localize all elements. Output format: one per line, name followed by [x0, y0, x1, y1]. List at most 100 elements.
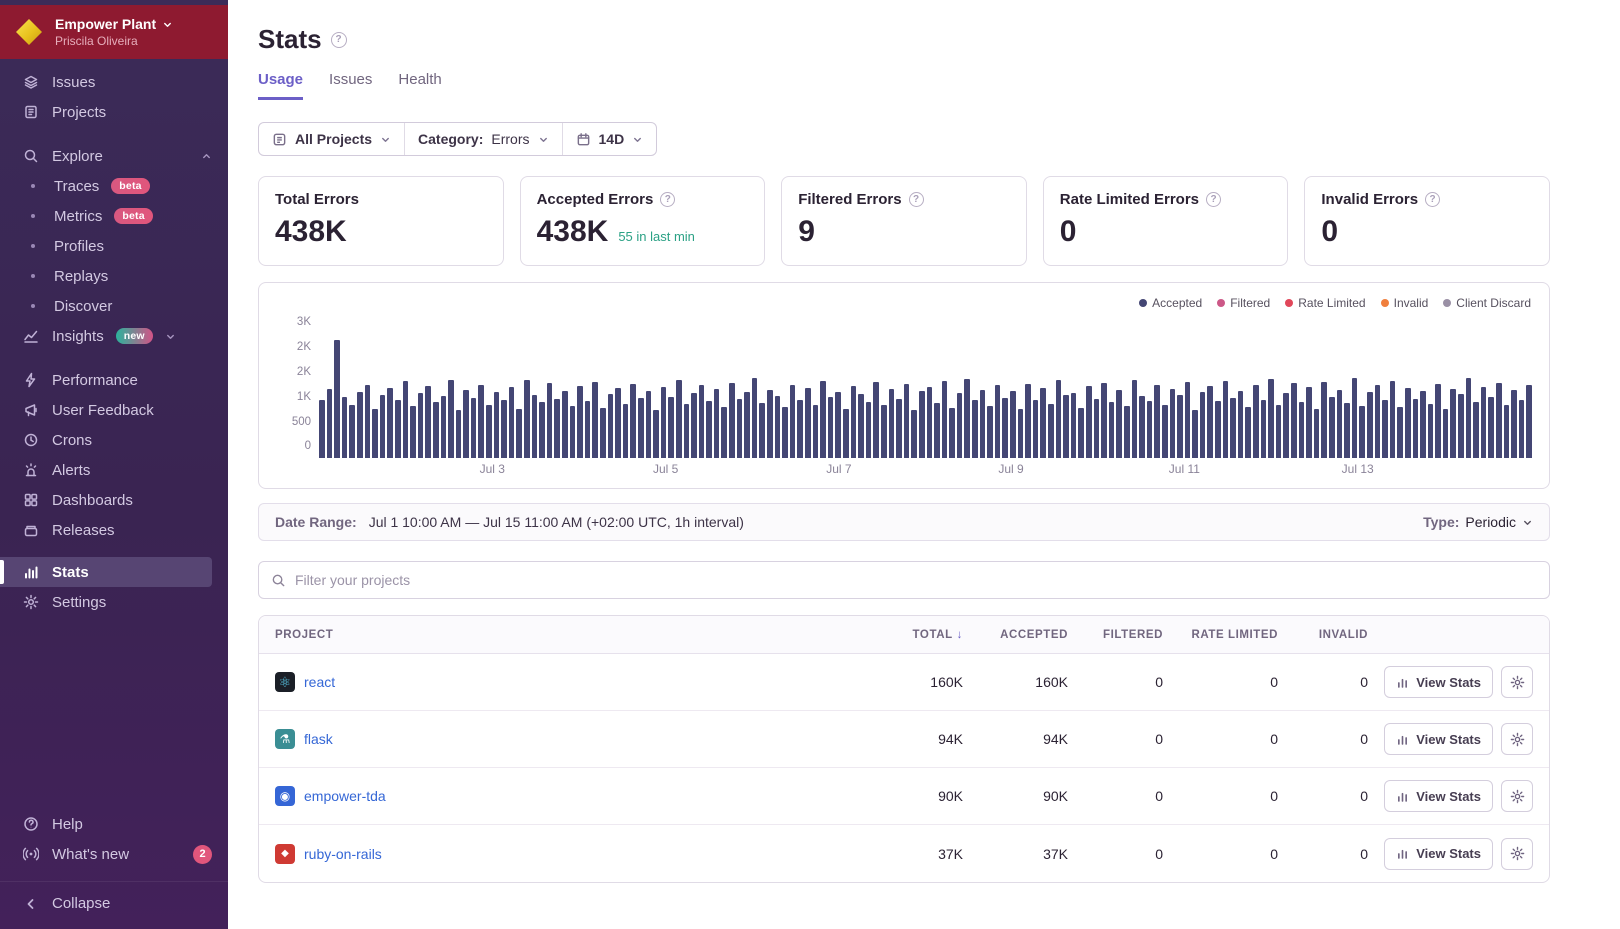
- col-filtered[interactable]: FILTERED: [1068, 629, 1163, 641]
- org-switcher[interactable]: Empower Plant Priscila Oliveira: [0, 5, 228, 59]
- chart-bar: [425, 386, 431, 458]
- chart-bar: [1382, 400, 1388, 458]
- chart-bar: [1519, 400, 1525, 458]
- project-link[interactable]: react: [304, 674, 335, 690]
- view-stats-button[interactable]: View Stats: [1384, 666, 1493, 698]
- sidebar-item-traces[interactable]: Traces beta: [0, 171, 228, 201]
- search-input[interactable]: [295, 572, 1537, 588]
- tab-health[interactable]: Health: [398, 71, 441, 100]
- category-filter-dropdown[interactable]: Category: Errors: [404, 123, 561, 155]
- chevron-up-icon[interactable]: [201, 151, 212, 162]
- tab-usage[interactable]: Usage: [258, 71, 303, 100]
- project-link[interactable]: flask: [304, 731, 333, 747]
- view-stats-button[interactable]: View Stats: [1384, 780, 1493, 812]
- legend-item[interactable]: Invalid: [1381, 296, 1429, 310]
- collapse-sidebar[interactable]: Collapse: [0, 881, 228, 919]
- col-total[interactable]: TOTAL↓: [858, 629, 963, 641]
- chart-bar: [1321, 382, 1327, 458]
- sidebar-item-stats[interactable]: Stats: [0, 557, 212, 587]
- chart-bar: [835, 392, 841, 458]
- chart-legend: Accepted Filtered Rate Limited Invalid Clien…: [277, 296, 1531, 310]
- card-help-icon[interactable]: [1425, 192, 1440, 207]
- sidebar-item-profiles[interactable]: Profiles: [0, 231, 228, 261]
- sidebar-item-performance[interactable]: Performance: [0, 365, 228, 395]
- legend-item[interactable]: Client Discard: [1443, 296, 1531, 310]
- project-settings-button[interactable]: [1501, 780, 1533, 812]
- sidebar-item-label: Crons: [52, 432, 92, 449]
- sidebar-item-insights[interactable]: Insights new: [0, 321, 228, 351]
- card-help-icon[interactable]: [909, 192, 924, 207]
- help-menu[interactable]: Help: [0, 809, 228, 839]
- project-settings-button[interactable]: [1501, 723, 1533, 755]
- accepted-value: 37K: [963, 846, 1068, 862]
- chart-bar: [365, 385, 371, 458]
- sidebar-item-projects[interactable]: Projects: [0, 97, 228, 127]
- sidebar-item-explore[interactable]: Explore: [0, 141, 228, 171]
- sidebar-item-settings[interactable]: Settings: [0, 587, 228, 617]
- sidebar-item-alerts[interactable]: Alerts: [0, 455, 228, 485]
- page-help-icon[interactable]: [331, 32, 347, 48]
- sidebar-item-dashboards[interactable]: Dashboards: [0, 485, 228, 515]
- flask-platform-icon: ⚗: [275, 729, 295, 749]
- chart-bar: [418, 393, 424, 458]
- gear-icon: [22, 593, 40, 611]
- project-link[interactable]: ruby-on-rails: [304, 846, 382, 862]
- sidebar-item-replays[interactable]: Replays: [0, 261, 228, 291]
- col-accepted[interactable]: ACCEPTED: [963, 629, 1068, 641]
- rate-limited-value: 0: [1163, 674, 1278, 690]
- chart-bar: [744, 392, 750, 458]
- project-link[interactable]: empower-tda: [304, 788, 386, 804]
- issues-icon: [22, 73, 40, 91]
- col-project[interactable]: PROJECT: [275, 629, 858, 641]
- y-tick-label: 1K: [297, 392, 311, 404]
- sidebar-item-user-feedback[interactable]: User Feedback: [0, 395, 228, 425]
- chart-bar: [987, 406, 993, 458]
- chart-bar: [433, 402, 439, 458]
- chart-bar: [919, 391, 925, 458]
- date-range-dropdown[interactable]: 14D: [562, 123, 657, 155]
- card-help-icon[interactable]: [1206, 192, 1221, 207]
- sidebar-item-issues[interactable]: Issues: [0, 67, 228, 97]
- view-stats-button[interactable]: View Stats: [1384, 723, 1493, 755]
- type-dropdown[interactable]: Type: Periodic: [1423, 514, 1533, 530]
- project-settings-button[interactable]: [1501, 666, 1533, 698]
- chart-bar: [463, 390, 469, 458]
- chart-bar: [752, 378, 758, 458]
- whats-new[interactable]: What's new 2: [0, 839, 228, 869]
- card-help-icon[interactable]: [660, 192, 675, 207]
- chevron-down-icon[interactable]: [165, 331, 176, 342]
- chart-bar: [1337, 390, 1343, 458]
- project-filter-dropdown[interactable]: All Projects: [259, 123, 404, 155]
- chart-bar: [623, 404, 629, 458]
- col-rate-limited[interactable]: RATE LIMITED: [1163, 629, 1278, 641]
- search-icon: [22, 147, 40, 165]
- chart-bar: [964, 379, 970, 458]
- project-settings-button[interactable]: [1501, 838, 1533, 870]
- react-platform-icon: ⚛: [275, 672, 295, 692]
- view-stats-button[interactable]: View Stats: [1384, 838, 1493, 870]
- sidebar-item-metrics[interactable]: Metrics beta: [0, 201, 228, 231]
- col-invalid[interactable]: INVALID: [1278, 629, 1368, 641]
- legend-item[interactable]: Accepted: [1139, 296, 1202, 310]
- chart-bar: [1101, 383, 1107, 458]
- chart-bar: [904, 384, 910, 458]
- chart-bar: [403, 381, 409, 458]
- tab-issues[interactable]: Issues: [329, 71, 372, 100]
- invalid-value: 0: [1278, 731, 1368, 747]
- y-tick-label: 3K: [297, 317, 311, 329]
- chart-bar: [516, 409, 522, 458]
- sidebar-item-discover[interactable]: Discover: [0, 291, 228, 321]
- card-title: Accepted Errors: [537, 191, 654, 208]
- chart-bar: [319, 400, 325, 458]
- legend-item[interactable]: Rate Limited: [1285, 296, 1365, 310]
- chart-bar: [1473, 402, 1479, 458]
- sidebar-item-releases[interactable]: Releases: [0, 515, 228, 545]
- chart-bar: [896, 399, 902, 458]
- chart-bar: [813, 405, 819, 458]
- projects-stack-icon: [272, 132, 287, 147]
- chart-bar: [972, 400, 978, 458]
- chart-bar: [820, 381, 826, 458]
- chart-bar: [1299, 402, 1305, 458]
- legend-item[interactable]: Filtered: [1217, 296, 1270, 310]
- sidebar-item-crons[interactable]: Crons: [0, 425, 228, 455]
